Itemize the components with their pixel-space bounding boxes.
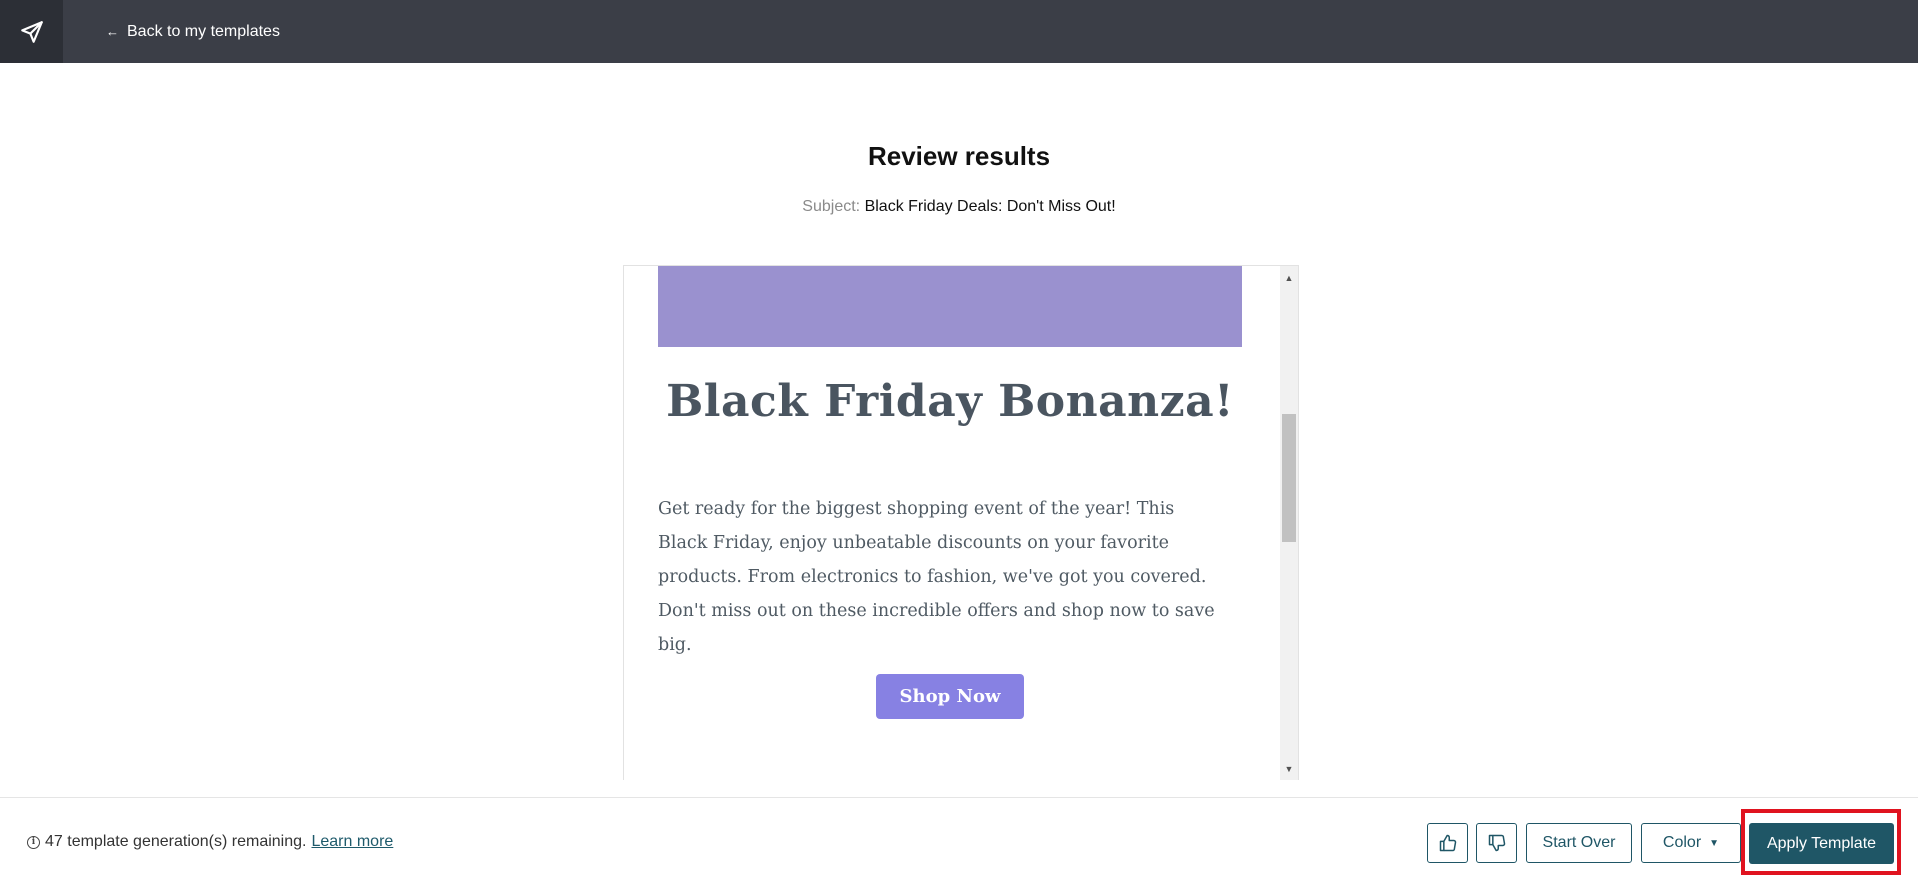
scroll-down-arrow-icon[interactable]: ▼ xyxy=(1280,760,1298,777)
email-preview-frame[interactable]: Black Friday Bonanza! Get ready for the … xyxy=(623,265,1299,780)
subject-value: Black Friday Deals: Don't Miss Out! xyxy=(864,198,1116,215)
back-link-label: Back to my templates xyxy=(127,22,280,40)
thumbs-up-button[interactable] xyxy=(1427,823,1468,863)
back-to-templates-link[interactable]: ← Back to my templates xyxy=(106,0,280,63)
email-heading: Black Friday Bonanza! xyxy=(666,376,1234,427)
preview-scrollbar[interactable]: ▲ ▼ xyxy=(1280,266,1298,780)
subject-line: Subject: Black Friday Deals: Don't Miss … xyxy=(0,198,1918,216)
learn-more-link[interactable]: Learn more xyxy=(311,833,393,851)
top-bar: ← Back to my templates xyxy=(0,0,1918,63)
remaining-text: 47 template generation(s) remaining. xyxy=(45,833,307,850)
thumbs-down-button[interactable] xyxy=(1476,823,1517,863)
start-over-button[interactable]: Start Over xyxy=(1526,823,1632,863)
scroll-up-arrow-icon[interactable]: ▲ xyxy=(1280,269,1298,286)
footer-bar: i 47 template generation(s) remaining. L… xyxy=(0,797,1918,888)
logo[interactable] xyxy=(0,0,63,63)
scrollbar-thumb[interactable] xyxy=(1282,414,1296,542)
info-icon: i xyxy=(27,835,40,849)
paper-plane-icon xyxy=(20,20,43,43)
email-banner xyxy=(658,266,1242,347)
apply-template-button[interactable]: Apply Template xyxy=(1749,823,1894,864)
color-label: Color xyxy=(1662,834,1702,851)
generations-remaining: i 47 template generation(s) remaining. L… xyxy=(27,833,393,851)
color-dropdown-button[interactable]: Color ▼ xyxy=(1641,823,1741,863)
back-arrow-icon: ← xyxy=(106,24,119,39)
shop-now-button[interactable]: Shop Now xyxy=(876,674,1024,719)
thumbs-down-icon xyxy=(1488,834,1505,852)
chevron-down-icon: ▼ xyxy=(1709,837,1720,849)
subject-label: Subject: xyxy=(802,198,861,215)
page-title: Review results xyxy=(867,141,1051,171)
thumbs-up-icon xyxy=(1439,834,1456,852)
email-body-text: Get ready for the biggest shopping event… xyxy=(658,499,1215,655)
